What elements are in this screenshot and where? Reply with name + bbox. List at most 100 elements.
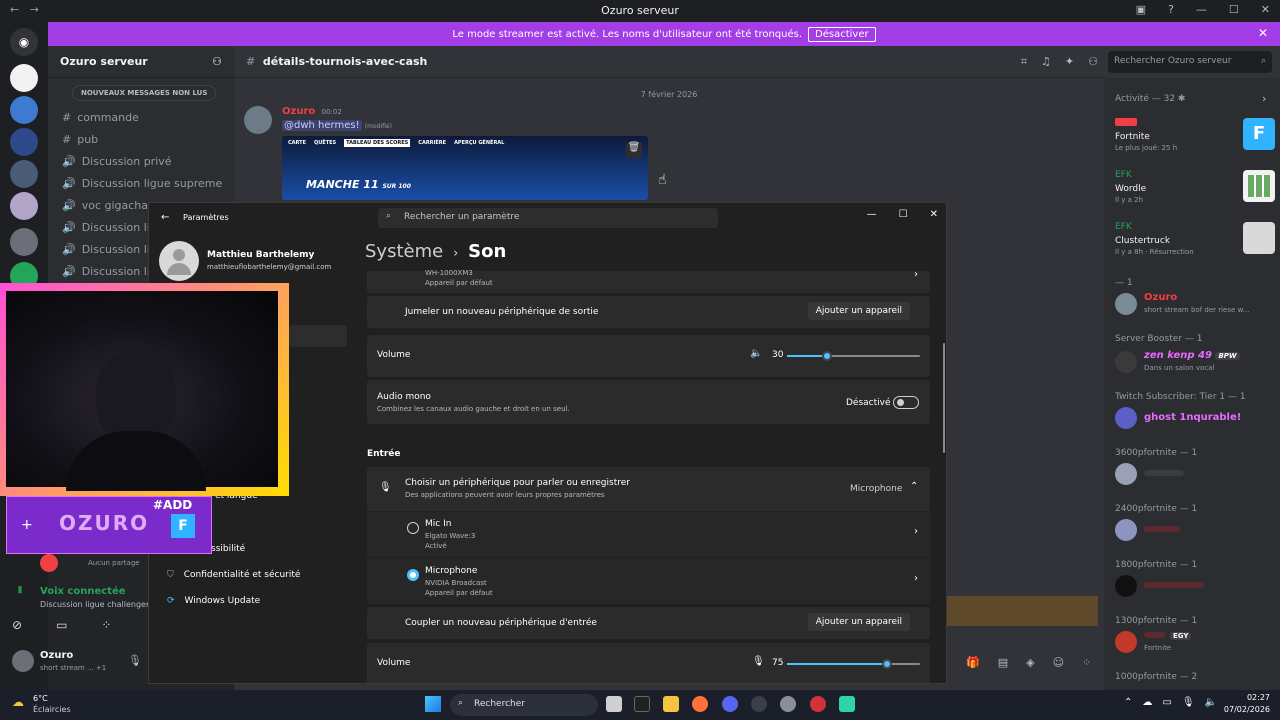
members-icon[interactable]: ⚇ xyxy=(1088,55,1098,69)
gift-icon[interactable]: 🎁 xyxy=(966,656,980,669)
close-button[interactable]: ✕ xyxy=(1261,3,1270,16)
minimize-button[interactable]: — xyxy=(1196,3,1207,16)
member-item[interactable]: zen kenp 49 BPW Dans un salon vocal xyxy=(1115,348,1275,378)
radio-button-selected[interactable] xyxy=(407,569,419,581)
output-device-item[interactable]: WH-1000XM3 Appareil par défaut › xyxy=(367,269,930,293)
new-messages-pill[interactable]: NOUVEAUX MESSAGES NON LUS xyxy=(72,85,217,101)
task-view-icon[interactable] xyxy=(606,696,622,712)
volume-icon[interactable]: 🔈 xyxy=(1205,697,1217,708)
weather-temp[interactable]: 6°C xyxy=(33,694,48,703)
channel-item[interactable]: # pub xyxy=(48,128,234,150)
input-device-item[interactable]: Microphone NVIDIA Broadcast Appareil par… xyxy=(367,558,930,604)
microphone-icon[interactable]: 🎙 xyxy=(752,656,765,667)
help-icon[interactable]: ? xyxy=(1168,3,1174,16)
channel-item[interactable]: 🔊 Discussion ligue supreme xyxy=(48,172,234,194)
server-icon[interactable] xyxy=(10,96,38,124)
slider-knob[interactable] xyxy=(881,659,892,669)
pin-icon[interactable]: ✦ xyxy=(1065,55,1074,69)
apps-icon[interactable]: ⁘ xyxy=(1082,656,1091,669)
chevron-up-icon[interactable]: ⌃ xyxy=(910,481,918,492)
server-icon[interactable] xyxy=(10,192,38,220)
start-button[interactable] xyxy=(425,696,441,712)
clock-date[interactable]: 07/02/2026 xyxy=(1220,705,1270,714)
app-icon[interactable] xyxy=(810,696,826,712)
close-button[interactable]: ✕ xyxy=(930,209,938,220)
camera-off-icon[interactable]: ⊘ xyxy=(12,618,22,632)
taskbar-search[interactable]: ⌕ Rechercher xyxy=(450,694,598,716)
chevron-right-icon[interactable]: › xyxy=(1262,92,1266,105)
back-arrow-icon[interactable]: ← xyxy=(161,212,169,223)
app-icon[interactable] xyxy=(751,696,767,712)
avatar[interactable] xyxy=(244,106,272,134)
nav-item-privacy[interactable]: ⛉ Confidentialité et sécurité xyxy=(167,570,300,580)
cloud-icon[interactable]: ☁ xyxy=(1142,697,1152,708)
trash-icon[interactable]: 🗑 xyxy=(626,142,642,158)
firefox-icon[interactable] xyxy=(692,696,708,712)
file-explorer-icon[interactable] xyxy=(663,696,679,712)
server-icon[interactable] xyxy=(10,128,38,156)
epic-games-icon[interactable] xyxy=(634,696,650,712)
radio-button[interactable] xyxy=(407,522,419,534)
activity-icon[interactable]: ⁘ xyxy=(101,618,111,632)
channel-item[interactable]: 🔊 Discussion privé xyxy=(48,150,234,172)
channel-item[interactable]: # commande xyxy=(48,106,234,128)
activity-card[interactable]: EFK Wordle Il y a 2h xyxy=(1115,166,1275,208)
disable-streamer-button[interactable]: Désactiver xyxy=(808,27,876,42)
emoji-icon[interactable]: ☺ xyxy=(1053,656,1064,669)
discord-icon[interactable] xyxy=(722,696,738,712)
breadcrumb-parent[interactable]: Système xyxy=(365,241,443,262)
member-item[interactable]: Ozuro short stream bof der riese w... xyxy=(1115,290,1275,320)
output-volume-slider[interactable] xyxy=(787,351,920,361)
mute-bell-icon[interactable]: ♫ xyxy=(1041,55,1051,69)
member-item[interactable]: ghost 1nqurable! xyxy=(1115,404,1275,434)
account-avatar[interactable] xyxy=(159,241,199,281)
microphone-icon[interactable]: 🎙 xyxy=(1182,697,1195,708)
nav-item-windows-update[interactable]: ⟳ Windows Update xyxy=(167,596,260,606)
input-device-item[interactable]: Mic In Elgato Wave:3 Activé › xyxy=(367,512,930,557)
gif-icon[interactable]: ▤ xyxy=(998,656,1008,669)
member-item[interactable] xyxy=(1115,516,1275,546)
mono-audio-toggle[interactable] xyxy=(893,396,919,409)
activity-card[interactable]: EFK Clustertruck Il y a 8h · Résurrectio… xyxy=(1115,218,1275,260)
app-icon[interactable] xyxy=(839,696,855,712)
add-output-device-button[interactable]: Ajouter un appareil xyxy=(807,302,910,320)
slider-knob[interactable] xyxy=(821,351,832,361)
nav-item-selected[interactable] xyxy=(289,325,347,347)
avatar[interactable] xyxy=(12,650,34,672)
inbox-icon[interactable]: ▣ xyxy=(1136,3,1146,16)
search-input[interactable]: Rechercher Ozuro serveur ⌕ xyxy=(1108,51,1272,73)
input-volume-slider[interactable] xyxy=(787,659,920,669)
chevron-up-icon[interactable]: ⌃ xyxy=(1124,697,1132,708)
choose-input-row[interactable]: 🎙 Choisir un périphérique pour parler ou… xyxy=(367,467,930,511)
nav-item-accessibility[interactable]: ssibilité xyxy=(211,544,245,554)
scrollbar-thumb[interactable] xyxy=(943,343,945,453)
threads-icon[interactable]: ⌗ xyxy=(1021,55,1027,69)
settings-search-input[interactable]: ⌕ Rechercher un paramètre xyxy=(378,208,718,228)
network-icon[interactable]: ▭ xyxy=(1162,697,1171,708)
server-icon[interactable] xyxy=(10,160,38,188)
member-item[interactable] xyxy=(1115,460,1275,490)
sticker-icon[interactable]: ◈ xyxy=(1026,656,1034,669)
add-input-device-button[interactable]: Ajouter un appareil xyxy=(807,613,910,631)
weather-icon[interactable]: ☁ xyxy=(12,695,24,709)
server-icon[interactable] xyxy=(10,228,38,256)
clock-time[interactable]: 02:27 xyxy=(1226,693,1270,702)
screen-share-icon[interactable]: ▭ xyxy=(56,618,67,632)
settings-gear-icon[interactable] xyxy=(780,696,796,712)
add-member-icon[interactable]: ⚇ xyxy=(212,55,222,68)
voice-channel[interactable]: Discussion ligue challenger / xyxy=(40,600,154,609)
mention[interactable]: @dwh hermes! xyxy=(282,120,362,131)
message-image[interactable]: CARTE QUÊTES TABLEAU DES SCORES CARRIÈRE… xyxy=(282,136,648,200)
user-name[interactable]: Ozuro xyxy=(40,650,73,661)
discord-home-icon[interactable]: ◉ xyxy=(10,28,38,56)
member-item[interactable] xyxy=(1115,572,1275,602)
speaker-icon[interactable]: 🔈 xyxy=(750,348,762,359)
minimize-button[interactable]: — xyxy=(867,209,877,220)
voice-status[interactable]: Voix connectée xyxy=(40,586,126,597)
activity-card[interactable]: Fortnite Le plus joué: 25 h F xyxy=(1115,114,1275,156)
close-icon[interactable]: ✕ xyxy=(1258,26,1268,40)
server-icon[interactable] xyxy=(10,64,38,92)
server-header[interactable]: Ozuro serveur ⚇ xyxy=(48,46,234,78)
member-item[interactable]: EGY Fortnite xyxy=(1115,628,1275,658)
maximize-button[interactable]: ☐ xyxy=(1229,3,1239,16)
